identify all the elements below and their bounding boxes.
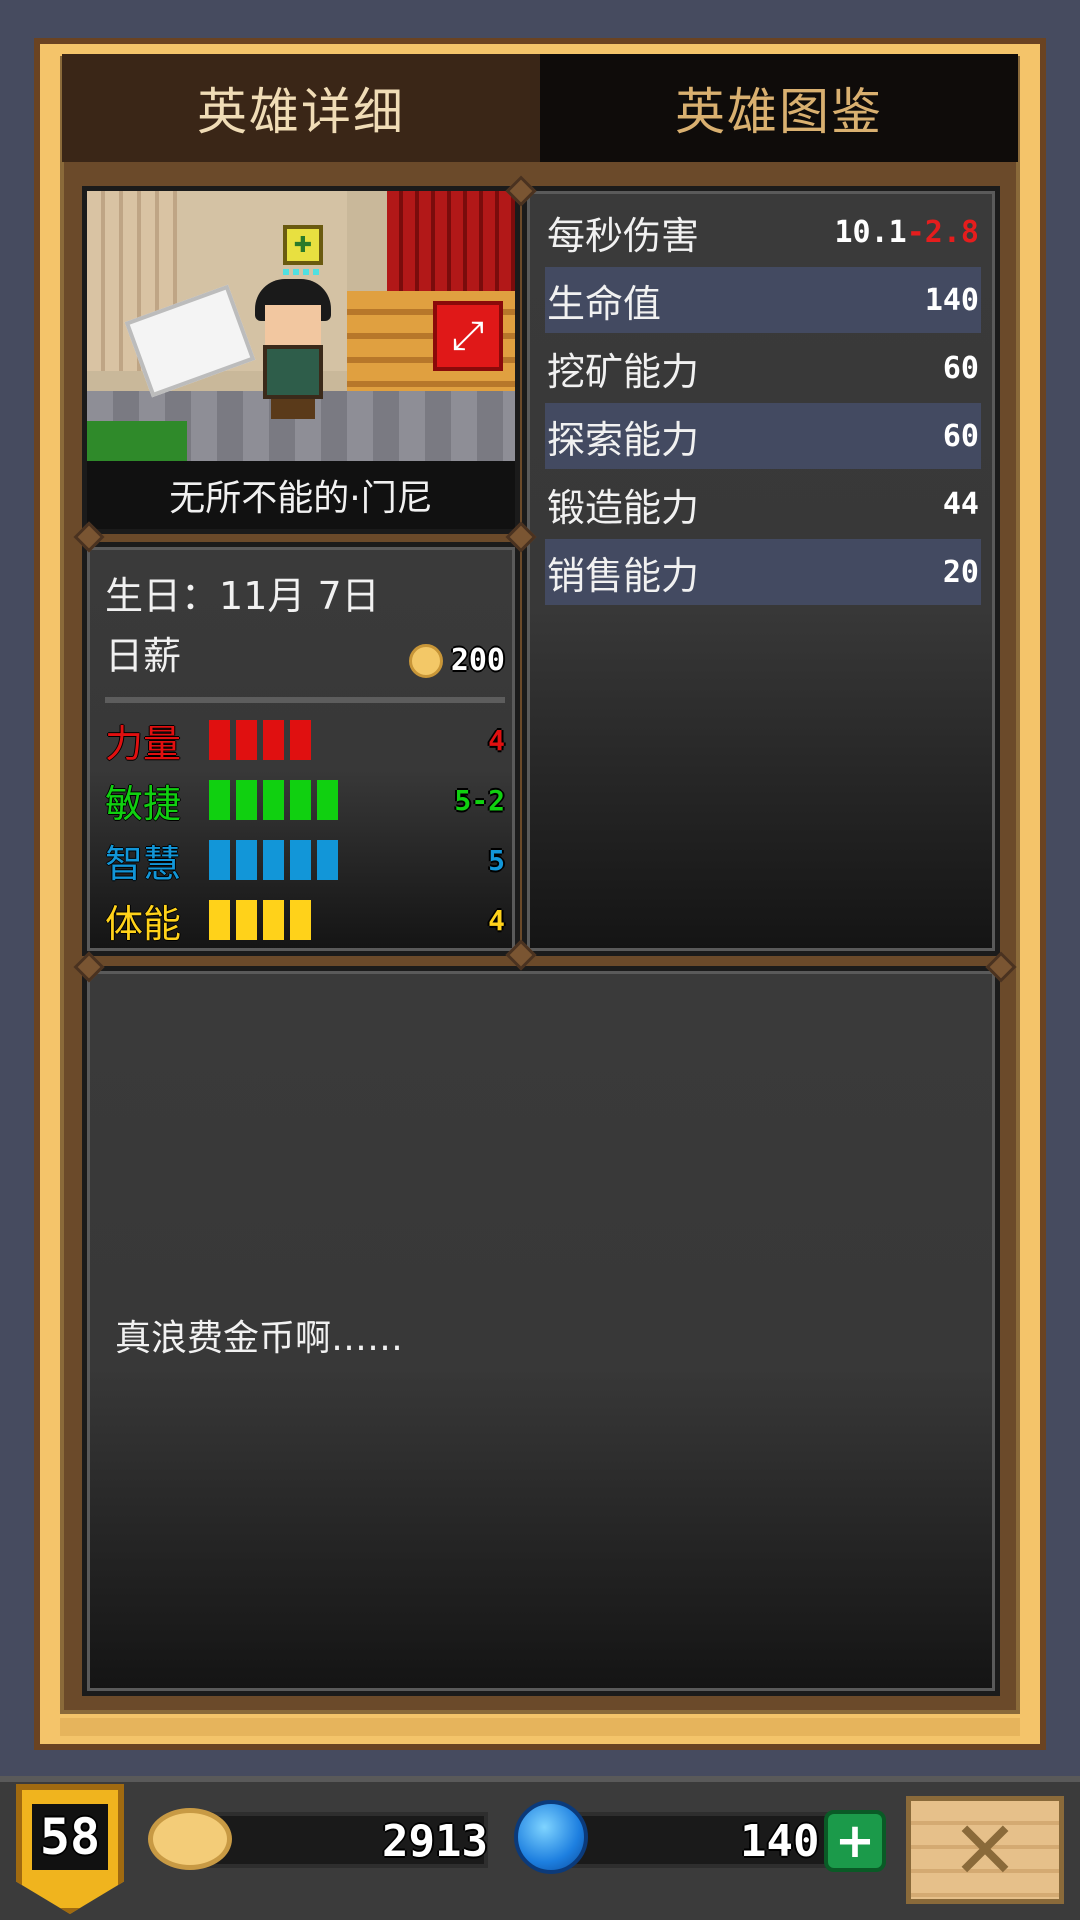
close-button[interactable]: ✕ [906,1796,1064,1904]
stat-row-forging: 锻造能力 44 [545,471,981,537]
attr-bar-segment [209,780,230,820]
stat-value: 140 [924,282,979,318]
birthday-value: 11月 7日 [219,574,380,618]
hero-quote-panel: 真浪费金币啊…… [82,966,1000,1696]
gold-coin-icon [148,1808,232,1870]
gem-icon [514,1800,588,1874]
attr-bar-agility [209,780,338,820]
dps-modifier: -2.8 [906,214,979,250]
stat-row-exploring: 探索能力 60 [545,403,981,469]
attr-bar-segment [236,720,257,760]
attr-value: 4 [488,723,505,757]
hero-info-panel: 生日：11月 7日 日薪 200 力量 4 敏捷 5-2 智慧 5 体能 4 [82,542,520,956]
stat-row-dps: 每秒伤害 10.1-2.8 [545,199,981,265]
tab-hero-codex[interactable]: 英雄图鉴 [540,54,1018,162]
attr-bar-stamina [209,900,311,940]
frame-bottom-strip [60,1718,1020,1736]
attr-bar-segment [290,900,311,940]
stat-value: 44 [942,486,979,522]
expand-icon[interactable]: ⤢ [433,301,503,371]
attr-bar-segment [263,720,284,760]
stat-label: 生命值 [547,281,662,326]
task-icon: ✚ [283,225,323,265]
attr-row-wisdom: 智慧 5 [105,837,505,886]
hero-stats-panel: 每秒伤害 10.1-2.8 生命值 140 挖矿能力 60 探索能力 60 锻造… [522,186,1000,956]
divider [105,697,505,703]
attr-row-strength: 力量 4 [105,717,505,766]
attr-bar-segment [209,720,230,760]
attr-bar-wisdom [209,840,338,880]
attr-value: 5 [488,843,505,877]
stat-label: 探索能力 [547,417,700,462]
hero-quote: 真浪费金币啊…… [115,1318,404,1359]
stat-label: 锻造能力 [547,485,700,530]
attr-label: 力量 [105,721,182,766]
attr-bar-strength [209,720,311,760]
attr-bar-segment [263,900,284,940]
close-icon: ✕ [951,1803,1019,1897]
stat-value: 20 [942,554,979,590]
attr-bar-segment [317,780,338,820]
stat-label: 每秒伤害 [547,213,700,258]
salary-value-group: 200 [408,643,505,678]
attr-value: 4 [488,903,505,937]
gold-value: 2913 [382,1816,488,1867]
hero-scene: ✚ ⤢ [87,191,515,461]
attr-bar-segment [236,840,257,880]
stat-row-mining: 挖矿能力 60 [545,335,981,401]
attr-label: 敏捷 [105,781,182,826]
stat-row-hp: 生命值 140 [545,267,981,333]
grass-decoration [87,421,187,461]
stat-row-selling: 销售能力 20 [545,539,981,605]
attr-bar-segment [236,780,257,820]
attr-label: 智慧 [105,841,182,886]
stat-value: 60 [942,350,979,386]
salary-value: 200 [450,643,505,678]
attr-bar-segment [317,840,338,880]
hero-portrait-panel: ✚ ⤢ 无所不能的·门尼 [82,186,520,534]
attr-value: 5-2 [454,783,505,817]
attr-bar-segment [236,900,257,940]
add-gems-button[interactable]: + [824,1810,886,1872]
attr-label: 体能 [105,901,182,946]
tab-hero-detail[interactable]: 英雄详细 [62,54,540,162]
status-dots [283,269,323,275]
stat-value: 60 [942,418,979,454]
level-value: 58 [39,1808,101,1866]
stat-value: 10.1-2.8 [835,215,980,250]
hero-name: 无所不能的·门尼 [87,461,515,529]
attr-bar-segment [290,780,311,820]
gem-value: 140 [740,1816,820,1867]
plus-icon: + [834,1813,876,1869]
salary-label: 日薪 [105,634,182,678]
attr-bar-segment [290,840,311,880]
attr-bar-segment [290,720,311,760]
attr-bar-segment [209,900,230,940]
attr-row-stamina: 体能 4 [105,897,505,946]
birthday-row: 生日：11月 7日 [105,565,380,620]
tab-bar: 英雄详细 英雄图鉴 [62,54,1018,162]
hero-sprite [255,279,331,419]
gold-coin-icon [408,643,443,678]
attr-bar-segment [263,840,284,880]
stat-label: 挖矿能力 [547,349,700,394]
attr-bar-segment [209,840,230,880]
attr-bar-segment [263,780,284,820]
attr-row-agility: 敏捷 5-2 [105,777,505,826]
birthday-label: 生日： [105,574,220,618]
stat-label: 销售能力 [547,553,700,598]
level-box: 58 [31,1804,109,1870]
dps-value: 10.1 [834,214,907,250]
